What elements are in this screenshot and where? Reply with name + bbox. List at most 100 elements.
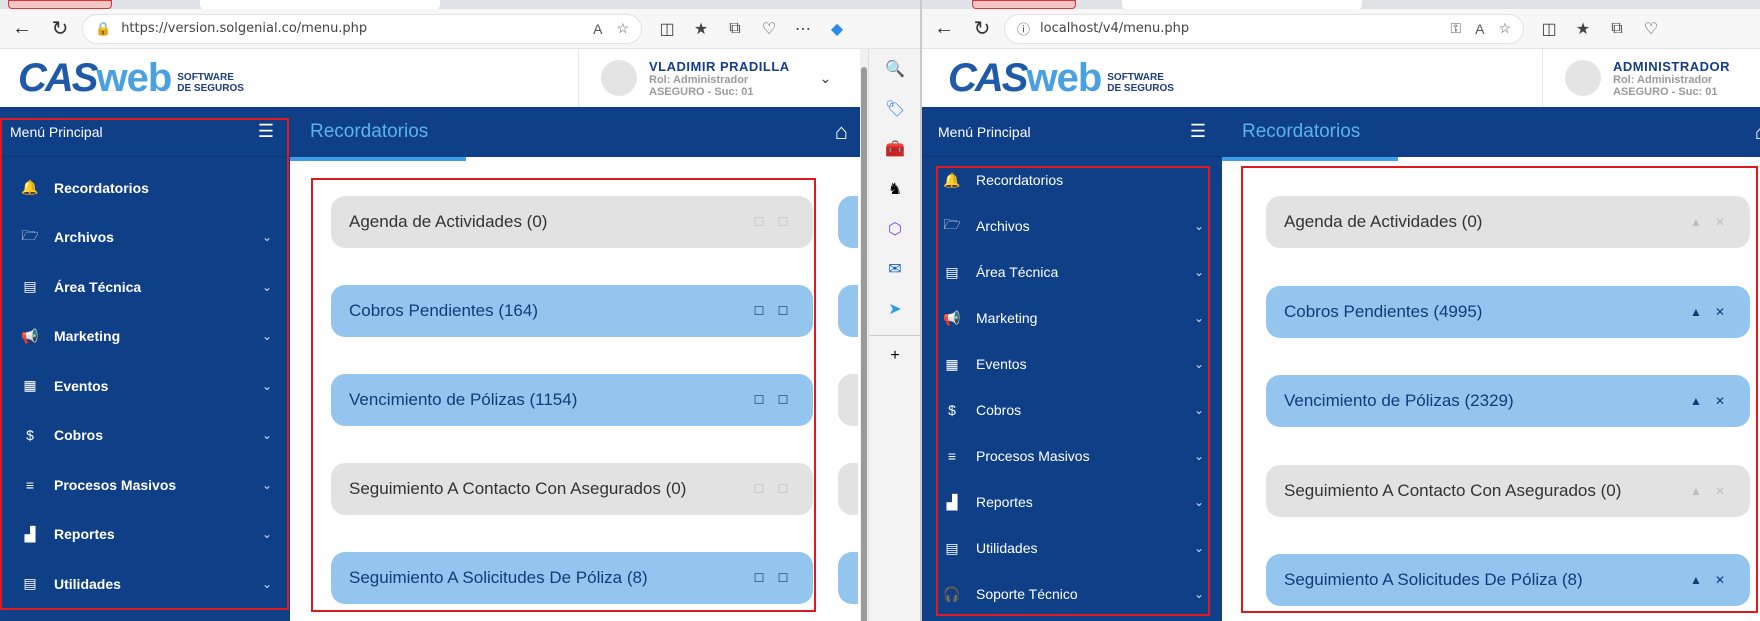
refresh-icon[interactable]: ↻: [966, 13, 998, 45]
favorites-icon[interactable]: ★: [1566, 19, 1600, 39]
back-icon[interactable]: ←: [6, 13, 38, 45]
reminder-card[interactable]: Seguimiento A Solicitudes De Póliza (8) ☐…: [331, 552, 813, 604]
chevron-down-icon[interactable]: ⌄: [262, 280, 272, 294]
chevron-down-icon[interactable]: ⌄: [1194, 403, 1204, 417]
minimize-icon[interactable]: ☐: [747, 304, 771, 318]
user-menu[interactable]: VLADIMIR PRADILLA Rol: Administrador ASE…: [578, 49, 860, 107]
sidebar-item-reportes[interactable]: ▟ Reportes ⌄: [922, 479, 1222, 525]
sidebar-item-procesos-masivos[interactable]: ≡ Procesos Masivos ⌄: [922, 433, 1222, 479]
close-icon[interactable]: ✕: [1708, 484, 1732, 498]
page-scrollbar[interactable]: [860, 49, 868, 621]
tab-active[interactable]: [1122, 0, 1362, 9]
reminder-card[interactable]: Agenda de Actividades (0) ▲ ✕: [1266, 196, 1750, 248]
collapse-icon[interactable]: ▲: [1684, 305, 1708, 319]
sidebar-item-marketing[interactable]: 📢 Marketing ⌄: [0, 312, 290, 362]
sidebar-item-area-tecnica[interactable]: ▤ Área Técnica ⌄: [0, 262, 290, 312]
favorite-star-icon[interactable]: ☆: [1498, 20, 1511, 37]
sidebar-item-area-tecnica[interactable]: ▤ Área Técnica ⌄: [922, 249, 1222, 295]
chevron-down-icon[interactable]: ⌄: [262, 478, 272, 492]
close-icon[interactable]: ✕: [1708, 573, 1732, 587]
outlook-icon[interactable]: ✉: [869, 249, 920, 289]
chevron-down-icon[interactable]: ⌄: [262, 527, 272, 541]
chevron-down-icon[interactable]: ⌄: [1194, 541, 1204, 555]
chevron-down-icon[interactable]: ⌄: [1194, 219, 1204, 233]
close-icon[interactable]: ☐: [771, 482, 795, 496]
reminder-card[interactable]: Agenda de Actividades (0) ☐ ☐: [331, 196, 813, 248]
sidebar-item-cobros[interactable]: $ Cobros ⌄: [922, 387, 1222, 433]
collapse-icon[interactable]: ▲: [1684, 484, 1708, 498]
favorite-star-icon[interactable]: ☆: [616, 20, 629, 37]
toolbox-icon[interactable]: 🧰: [869, 129, 920, 169]
chevron-down-icon[interactable]: ⌄: [1194, 587, 1204, 601]
tab[interactable]: [972, 0, 1076, 9]
chevron-down-icon[interactable]: ⌄: [1194, 311, 1204, 325]
sidebar-item-reportes[interactable]: ▟ Reportes ⌄: [0, 510, 290, 560]
close-icon[interactable]: ✕: [1708, 394, 1732, 408]
chevron-down-icon[interactable]: ⌄: [262, 379, 272, 393]
reminder-card[interactable]: Vencimiento de Pólizas (1154) ☐ ☐: [331, 374, 813, 426]
minimize-icon[interactable]: ☐: [747, 482, 771, 496]
reminder-card[interactable]: Seguimiento A Solicitudes De Póliza (8) ▲…: [1266, 554, 1750, 606]
scrollbar-thumb[interactable]: [861, 67, 867, 621]
chevron-down-icon[interactable]: ⌄: [262, 428, 272, 442]
sidebar-item-procesos-masivos[interactable]: ≡ Procesos Masivos ⌄: [0, 460, 290, 510]
home-icon[interactable]: ⌂: [1755, 119, 1760, 145]
sidebar-item-eventos[interactable]: ▦ Eventos ⌄: [922, 341, 1222, 387]
back-icon[interactable]: ←: [928, 13, 960, 45]
chevron-down-icon[interactable]: ⌄: [1194, 449, 1204, 463]
collapse-icon[interactable]: ▲: [1684, 573, 1708, 587]
sidebar-item-cobros[interactable]: $ Cobros ⌄: [0, 411, 290, 461]
reminder-card[interactable]: Seguimiento A Contacto Con Asegurados (0…: [331, 463, 813, 515]
extensions-icon[interactable]: ♡: [752, 19, 786, 39]
minimize-icon[interactable]: ☐: [747, 393, 771, 407]
reminder-card[interactable]: Cobros Pendientes (4995) ▲ ✕: [1266, 285, 1750, 338]
sidebar-item-marketing[interactable]: 📢 Marketing ⌄: [922, 295, 1222, 341]
address-bar[interactable]: ⓘ localhost/v4/menu.php ⚿ A ☆: [1004, 13, 1524, 44]
key-icon[interactable]: ⚿: [1450, 20, 1461, 37]
minimize-icon[interactable]: ☐: [747, 571, 771, 585]
sidebar-item-eventos[interactable]: ▦ Eventos ⌄: [0, 361, 290, 411]
favorites-icon[interactable]: ★: [684, 19, 718, 39]
read-aloud-icon[interactable]: A: [1475, 21, 1484, 37]
collapse-icon[interactable]: ▲: [1684, 215, 1708, 229]
search-icon[interactable]: 🔍: [869, 49, 920, 89]
refresh-icon[interactable]: ↻: [44, 13, 76, 45]
reminder-card[interactable]: Cobros Pendientes (164) ☐ ☐: [331, 285, 813, 337]
shopping-tag-icon[interactable]: 🏷: [869, 89, 920, 129]
collections-icon[interactable]: ⧉: [718, 20, 752, 38]
more-menu-icon[interactable]: ⋯: [786, 19, 820, 39]
split-screen-icon[interactable]: ◫: [1532, 19, 1566, 39]
casweb-logo[interactable]: CAS web SOFTWARE DE SEGUROS: [948, 58, 1174, 98]
chevron-down-icon[interactable]: ⌄: [1194, 265, 1204, 279]
address-bar[interactable]: 🔒 https://version.solgenial.co/menu.php …: [82, 13, 642, 44]
games-icon[interactable]: ♞: [869, 169, 920, 209]
close-icon[interactable]: ☐: [771, 304, 795, 318]
sidebar-item-recordatorios[interactable]: 🔔 Recordatorios: [0, 163, 290, 213]
close-icon[interactable]: ☐: [771, 571, 795, 585]
tab[interactable]: [8, 0, 112, 9]
chevron-down-icon[interactable]: ⌄: [262, 577, 272, 591]
chevron-down-icon[interactable]: ⌄: [262, 230, 272, 244]
casweb-logo[interactable]: CAS web SOFTWARE DE SEGUROS: [18, 58, 244, 98]
reminder-card[interactable]: Vencimiento de Pólizas (2329) ▲ ✕: [1266, 375, 1750, 427]
hamburger-menu-icon[interactable]: ☰: [1190, 121, 1206, 142]
copilot-sidebar-icon[interactable]: ⬡: [869, 209, 920, 249]
chevron-down-icon[interactable]: ⌄: [262, 329, 272, 343]
sidebar-item-archivos[interactable]: 🗁 Archivos ⌄: [922, 203, 1222, 249]
read-aloud-icon[interactable]: A: [593, 21, 602, 37]
chevron-down-icon[interactable]: ⌄: [1194, 357, 1204, 371]
close-icon[interactable]: ☐: [771, 215, 795, 229]
sidebar-item-utilidades[interactable]: ▤ Utilidades ⌄: [922, 525, 1222, 571]
sidebar-item-utilidades[interactable]: ▤ Utilidades ⌄: [0, 559, 290, 609]
tab-active[interactable]: [200, 0, 440, 9]
drop-icon[interactable]: ➤: [869, 289, 920, 329]
add-sidebar-icon[interactable]: +: [869, 335, 920, 375]
chevron-down-icon[interactable]: ⌄: [820, 70, 832, 87]
hamburger-menu-icon[interactable]: ☰: [258, 121, 274, 142]
user-menu[interactable]: ADMINISTRADOR Rol: Administrador ASEGURO…: [1542, 49, 1760, 107]
chevron-down-icon[interactable]: ⌄: [1194, 495, 1204, 509]
collapse-icon[interactable]: ▲: [1684, 394, 1708, 408]
sidebar-item-soporte-tecnico[interactable]: 🎧 Soporte Técnico ⌄: [922, 571, 1222, 617]
split-screen-icon[interactable]: ◫: [650, 19, 684, 39]
minimize-icon[interactable]: ☐: [747, 215, 771, 229]
